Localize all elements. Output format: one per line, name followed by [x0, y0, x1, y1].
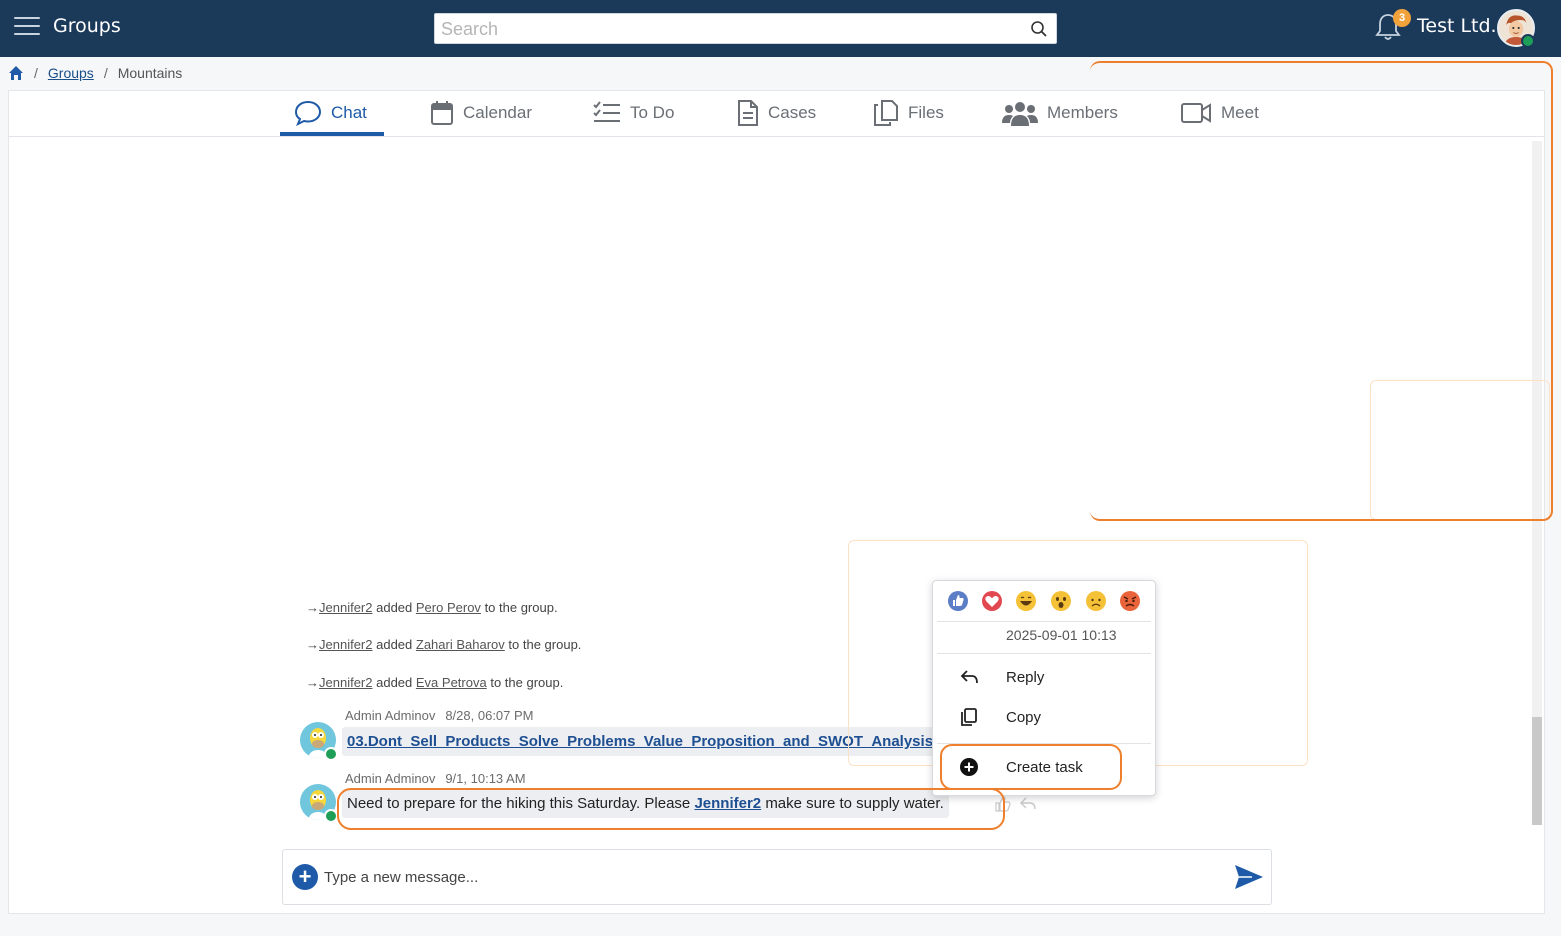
- wow-icon[interactable]: [1050, 590, 1072, 612]
- top-bar: Groups 3 Test Ltd.: [0, 0, 1561, 57]
- tab-chat-label: Chat: [331, 103, 367, 122]
- mention-link[interactable]: Jennifer2: [694, 795, 761, 812]
- home-icon[interactable]: [8, 65, 24, 81]
- tab-bar: Chat Calendar To Do Cases Files Members …: [9, 91, 1544, 137]
- chat-scrollbar-thumb[interactable]: [1532, 717, 1542, 825]
- system-message: →Jennifer2 added Eva Petrova to the grou…: [306, 675, 564, 690]
- reply-menu-label: Reply: [1006, 668, 1045, 686]
- document-icon: [738, 100, 758, 126]
- online-status-indicator: [1521, 34, 1535, 48]
- tab-meet-label: Meet: [1221, 103, 1259, 122]
- menu-divider: [937, 621, 1151, 622]
- arrow-right-icon: →: [306, 637, 319, 652]
- reaction-bar: [933, 581, 1155, 621]
- organization-name[interactable]: Test Ltd.: [1417, 15, 1497, 37]
- like-icon[interactable]: [947, 590, 969, 612]
- online-status-indicator: [324, 809, 338, 823]
- tab-files[interactable]: Files: [873, 91, 944, 135]
- breadcrumb: / Groups / Mountains: [8, 65, 182, 81]
- menu-divider: [937, 653, 1151, 654]
- tab-calendar[interactable]: Calendar: [430, 91, 532, 135]
- tab-chat[interactable]: Chat: [280, 91, 384, 136]
- add-attachment-button[interactable]: +: [292, 864, 318, 890]
- user-link[interactable]: Pero Perov: [416, 600, 481, 615]
- tab-todo-label: To Do: [630, 103, 675, 122]
- reply-icon[interactable]: [1019, 796, 1037, 812]
- add-circle-icon: [960, 758, 978, 776]
- message-composer: +: [282, 849, 1272, 905]
- file-message-bubble: 03.Dont_Sell_Products_Solve_Problems_Val…: [342, 727, 940, 756]
- message-input[interactable]: [324, 866, 1224, 888]
- system-message: →Jennifer2 added Pero Perov to the group…: [306, 600, 558, 615]
- create-task-menu-item[interactable]: Create task: [937, 750, 1151, 784]
- message-time: 9/1, 10:13 AM: [445, 771, 526, 786]
- user-link[interactable]: Jennifer2: [319, 600, 372, 615]
- file-attachment-link[interactable]: 03.Dont_Sell_Products_Solve_Problems_Val…: [347, 733, 933, 750]
- online-status-indicator: [324, 747, 338, 761]
- message-context-menu: 2025-09-01 10:13 Reply Copy Create task: [932, 580, 1156, 796]
- app-title: Groups: [53, 15, 121, 37]
- copy-menu-item[interactable]: Copy: [937, 700, 1151, 734]
- copy-menu-label: Copy: [1006, 708, 1042, 726]
- reply-icon: [960, 670, 978, 684]
- chat-bubble-icon: [294, 100, 322, 126]
- user-link[interactable]: Jennifer2: [319, 675, 372, 690]
- message-timestamp: 2025-09-01 10:13: [1006, 627, 1117, 643]
- laugh-icon[interactable]: [1015, 590, 1037, 612]
- tab-calendar-label: Calendar: [463, 103, 532, 122]
- message-author[interactable]: Admin Adminov: [345, 708, 435, 723]
- user-link[interactable]: Eva Petrova: [416, 675, 487, 690]
- message-meta: Admin Adminov 9/1, 10:13 AM: [345, 771, 526, 786]
- arrow-right-icon: →: [306, 600, 319, 615]
- system-message: →Jennifer2 added Zahari Baharov to the g…: [306, 637, 582, 652]
- sad-icon[interactable]: [1085, 590, 1107, 612]
- search-icon[interactable]: [1030, 20, 1048, 38]
- tab-todo[interactable]: To Do: [593, 91, 674, 135]
- message-author[interactable]: Admin Adminov: [345, 771, 435, 786]
- tab-cases[interactable]: Cases: [737, 91, 816, 135]
- calendar-icon: [431, 101, 453, 125]
- hamburger-menu-icon[interactable]: [14, 14, 42, 38]
- copy-icon: [961, 708, 977, 726]
- notification-count-badge: 3: [1393, 9, 1411, 27]
- message-time: 8/28, 06:07 PM: [445, 708, 534, 723]
- tab-files-label: Files: [908, 103, 944, 122]
- checklist-icon: [593, 101, 620, 122]
- menu-divider: [937, 743, 1151, 744]
- search-input[interactable]: [441, 18, 1021, 40]
- search-box[interactable]: [434, 13, 1057, 44]
- create-task-menu-label: Create task: [1006, 758, 1083, 776]
- send-icon[interactable]: [1234, 864, 1264, 890]
- user-link[interactable]: Jennifer2: [319, 637, 372, 652]
- angry-icon[interactable]: [1119, 590, 1141, 612]
- text-message-bubble[interactable]: Need to prepare for the hiking this Satu…: [342, 789, 949, 818]
- tab-cases-label: Cases: [768, 103, 817, 122]
- tab-members[interactable]: Members: [1002, 91, 1118, 135]
- files-icon: [874, 100, 898, 126]
- message-meta: Admin Adminov 8/28, 06:07 PM: [345, 708, 534, 723]
- breadcrumb-separator: /: [103, 65, 108, 81]
- tab-members-label: Members: [1047, 103, 1118, 122]
- thumbs-up-icon[interactable]: [994, 796, 1012, 812]
- members-icon: [1002, 102, 1038, 126]
- user-link[interactable]: Zahari Baharov: [416, 637, 505, 652]
- breadcrumb-separator: /: [34, 65, 38, 81]
- breadcrumb-current: Mountains: [117, 65, 183, 81]
- tab-meet[interactable]: Meet: [1180, 91, 1259, 135]
- breadcrumb-groups-link[interactable]: Groups: [48, 65, 94, 81]
- group-panel: Chat Calendar To Do Cases Files Members …: [8, 90, 1545, 914]
- video-camera-icon: [1181, 103, 1211, 123]
- heart-icon[interactable]: [981, 590, 1003, 612]
- arrow-right-icon: →: [306, 675, 319, 690]
- reply-menu-item[interactable]: Reply: [937, 660, 1151, 694]
